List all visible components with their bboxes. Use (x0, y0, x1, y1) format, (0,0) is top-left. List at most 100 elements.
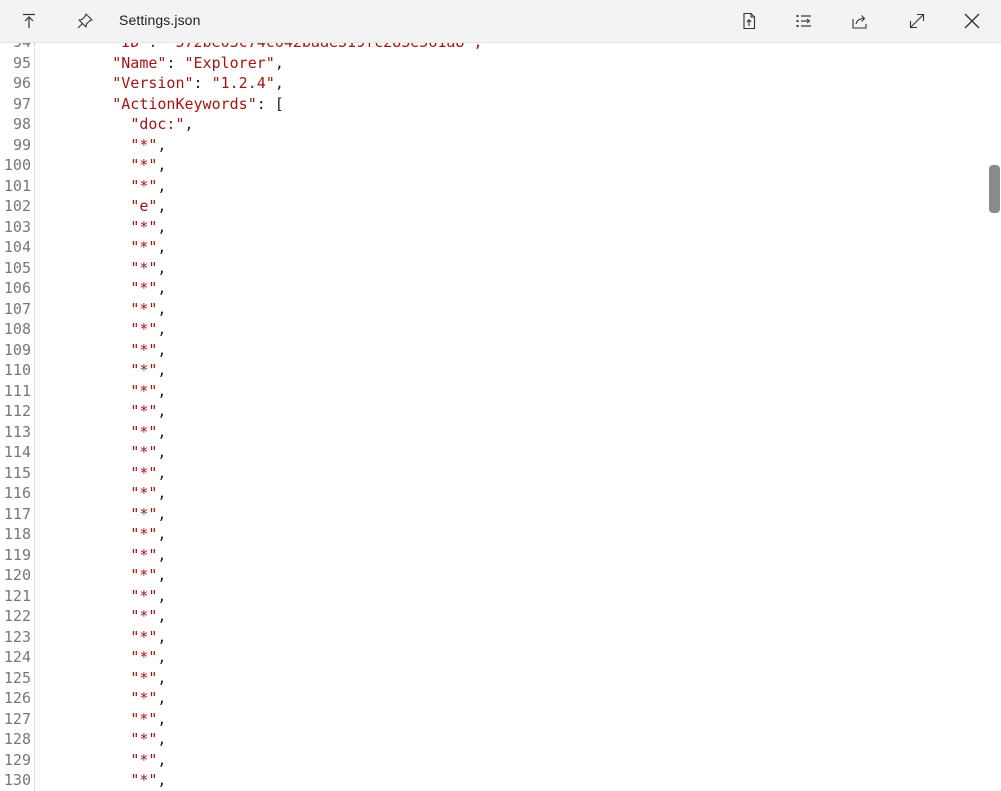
line-number: 102 (3, 197, 31, 215)
scroll-to-top-icon (21, 13, 37, 29)
line-content: "e", (40, 196, 166, 217)
json-string: "*" (130, 668, 158, 687)
line-content: "*", (40, 770, 166, 791)
scroll-to-top-button[interactable] (12, 5, 46, 37)
list-button[interactable] (787, 5, 821, 37)
code-line: 99 "*", (0, 135, 980, 156)
line-content: "*", (40, 647, 166, 668)
line-number: 113 (3, 422, 31, 441)
pin-button[interactable] (68, 5, 102, 37)
code-line: 126 "*", (0, 688, 980, 709)
line-content: "*", (40, 360, 166, 381)
json-string: "*" (130, 238, 158, 256)
json-string: "*" (130, 299, 158, 318)
line-number: 129 (3, 750, 31, 769)
line-number: 104 (3, 238, 31, 256)
code-line: 114 "*", (0, 442, 980, 463)
json-punctuation: , (157, 525, 167, 543)
vertical-scrollbar[interactable] (985, 43, 1001, 791)
json-punctuation: , (157, 586, 167, 605)
line-number: 107 (3, 299, 31, 318)
json-punctuation: , (157, 135, 167, 154)
line-content: "*", (40, 442, 166, 463)
close-icon (963, 12, 981, 30)
scrollbar-thumb[interactable] (989, 165, 1000, 213)
json-punctuation: , (184, 115, 194, 133)
json-punctuation: , (157, 668, 167, 687)
pin-icon (76, 12, 94, 30)
line-content: "*", (40, 135, 166, 156)
line-content: "*", (40, 217, 166, 238)
open-file-button[interactable] (732, 5, 766, 37)
line-content: "*", (40, 340, 166, 361)
code-line: 97 "ActionKeywords": [ (0, 94, 980, 115)
line-number: 127 (3, 709, 31, 728)
open-file-icon (740, 12, 758, 30)
line-number: 120 (3, 566, 31, 584)
json-punctuation: , (157, 422, 167, 441)
code-line: 94 "ID": "572be03c74c642baae319fc283e561… (0, 43, 980, 53)
line-content: "*", (40, 688, 166, 709)
json-string: "*" (130, 607, 158, 625)
json-punctuation: , (157, 238, 167, 256)
code-line: 129 "*", (0, 750, 980, 771)
code-line: 110 "*", (0, 360, 980, 381)
line-number: 115 (3, 463, 31, 482)
json-string: "*" (130, 525, 158, 543)
code-line: 122 "*", (0, 606, 980, 627)
close-button[interactable] (955, 5, 989, 37)
line-number: 98 (12, 115, 31, 133)
json-string: "*" (130, 340, 158, 359)
json-string: "*" (130, 545, 158, 564)
line-content: "*", (40, 381, 166, 402)
line-content: "doc:", (40, 114, 194, 135)
code-line: 113 "*", (0, 422, 980, 443)
json-string: "Explorer" (184, 53, 275, 72)
json-punctuation: : (166, 53, 185, 72)
share-button[interactable] (843, 5, 877, 37)
code-editor[interactable]: 94 "ID": "572be03c74c642baae319fc283e561… (0, 43, 1001, 791)
json-string: "*" (130, 217, 158, 236)
window-title: Settings.json (119, 12, 201, 28)
json-punctuation: , (157, 381, 167, 400)
code-line: 101 "*", (0, 176, 980, 197)
json-punctuation: , (157, 607, 167, 625)
json-punctuation: , (274, 74, 284, 92)
line-content: "*", (40, 258, 166, 279)
line-content: "*", (40, 155, 166, 176)
code-line: 130 "*", (0, 770, 980, 791)
json-punctuation: , (157, 176, 167, 195)
line-number: 97 (12, 94, 31, 113)
code-line: 124 "*", (0, 647, 980, 668)
code-line: 107 "*", (0, 299, 980, 320)
json-key: "ActionKeywords" (112, 94, 257, 113)
expand-button[interactable] (900, 5, 934, 37)
code-line: 128 "*", (0, 729, 980, 750)
line-content: "*", (40, 545, 166, 566)
code-line: 111 "*", (0, 381, 980, 402)
share-icon (851, 12, 869, 30)
code-line: 123 "*", (0, 627, 980, 648)
code-lines: 94 "ID": "572be03c74c642baae319fc283e561… (0, 43, 980, 791)
json-punctuation: : [ (256, 94, 284, 113)
json-string: "doc:" (130, 115, 185, 133)
line-content: "*", (40, 483, 166, 504)
json-string: "*" (130, 566, 158, 584)
line-content: "Name": "Explorer", (40, 53, 284, 74)
json-string: "*" (130, 381, 158, 400)
line-number: 110 (3, 361, 31, 379)
json-punctuation: , (157, 279, 167, 297)
json-string: "*" (130, 135, 158, 154)
code-line: 95 "Name": "Explorer", (0, 53, 980, 74)
